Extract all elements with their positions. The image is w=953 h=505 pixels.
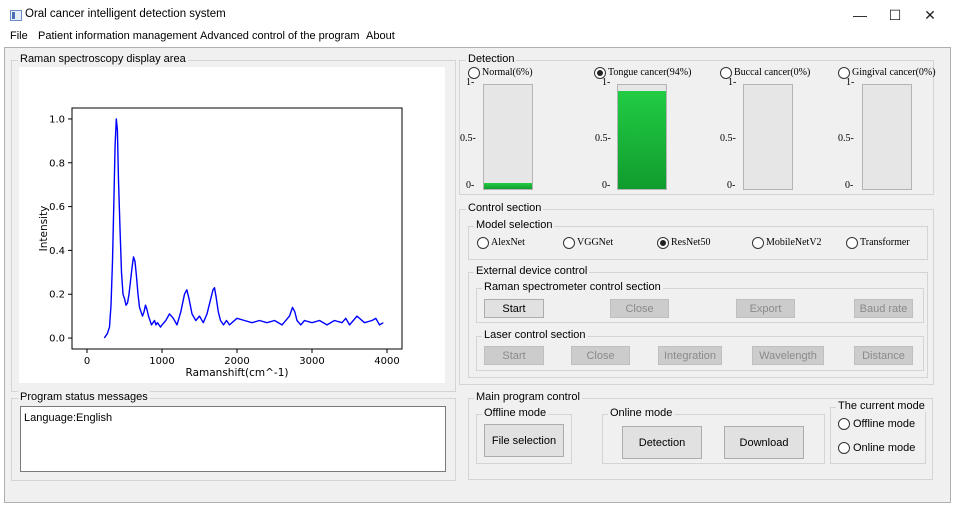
raman-start-button[interactable]: Start [484,299,544,318]
model-selection-title: Model selection [474,219,555,231]
detection-button[interactable]: Detection [622,426,702,459]
gingival-tick-bottom: 0- [845,180,854,191]
model-label-vggnet: VGGNet [577,237,614,248]
x-tick-label: 4000 [374,356,399,367]
tongue-tick-mid: 0.5- [595,133,611,144]
raman-baud-rate-button[interactable]: Baud rate [854,299,913,318]
download-button[interactable]: Download [724,426,804,459]
detection-title: Detection [466,53,517,65]
x-tick-label: 0 [84,356,90,367]
spectrum-line [103,118,384,339]
normal-tick-mid: 0.5- [460,133,476,144]
window-title: Oral cancer intelligent detection system [25,8,226,20]
normal-tick-bottom: 0- [466,180,475,191]
laser-wavelength-button[interactable]: Wavelength [752,346,824,365]
raman-export-button[interactable]: Export [736,299,795,318]
model-radio-resnet50[interactable] [657,237,669,249]
buccal-tick-top: 1- [728,77,737,88]
offline-mode-radio[interactable] [838,418,850,430]
buccal-tick-bottom: 0- [727,180,736,191]
buccal-tick-mid: 0.5- [720,133,736,144]
laser-close-button[interactable]: Close [571,346,630,365]
raman-close-button[interactable]: Close [610,299,669,318]
app-icon [10,10,22,21]
raman-display-title: Raman spectroscopy display area [18,53,188,65]
tongue-tick-top: 1- [602,77,611,88]
offline-mode-title: Offline mode [482,407,549,419]
close-button[interactable]: ✕ [907,0,953,30]
external-device-title: External device control [474,265,590,277]
model-radio-alexnet[interactable] [477,237,489,249]
x-tick-label: 2000 [224,356,249,367]
file-selection-button[interactable]: File selection [484,424,564,457]
tongue-tick-bottom: 0- [602,180,611,191]
y-tick-label: 0.6 [49,202,65,213]
menu-advanced-control[interactable]: Advanced control of the program [200,30,360,42]
y-tick-label: 0.8 [49,158,65,169]
normal-probability-bar [483,84,533,190]
tongue-cancer-probability-bar [617,84,667,190]
status-group-title: Program status messages [18,391,150,403]
model-radio-vggnet[interactable] [563,237,575,249]
y-tick-label: 1.0 [49,114,65,125]
online-mode-title: Online mode [608,407,675,419]
model-label-transformer: Transformer [860,237,910,248]
menu-about[interactable]: About [366,30,395,42]
menu-file[interactable]: File [10,30,28,42]
gingival-tick-top: 1- [846,77,855,88]
buccal-cancer-probability-bar [743,84,793,190]
main-program-control-title: Main program control [474,391,582,403]
laser-control-title: Laser control section [482,329,588,341]
tongue-cancer-label: Tongue cancer(94%) [608,67,692,78]
model-radio-mobilenetv2[interactable] [752,237,764,249]
x-tick-label: 1000 [149,356,174,367]
model-radio-transformer[interactable] [846,237,858,249]
model-label-alexnet: AlexNet [491,237,525,248]
x-tick-label: 3000 [299,356,324,367]
tongue-cancer-bar-fill [618,91,666,189]
laser-integration-button[interactable]: Integration [658,346,722,365]
raman-spectrometer-title: Raman spectrometer control section [482,281,663,293]
y-tick-label: 0.0 [49,334,65,345]
online-mode-radio[interactable] [838,442,850,454]
current-mode-title: The current mode [836,400,927,412]
normal-bar-fill [484,182,532,189]
model-label-mobilenetv2: MobileNetV2 [766,237,822,248]
laser-distance-button[interactable]: Distance [854,346,913,365]
y-axis-label: Intensity [38,206,50,252]
x-axis-label: Ramanshift(cm^-1) [186,367,289,379]
status-message-text: Language:English [24,412,113,424]
y-tick-label: 0.4 [49,246,65,257]
gingival-cancer-label: Gingival cancer(0%) [852,67,936,78]
status-message-box[interactable]: Language:English [20,406,446,472]
normal-label: Normal(6%) [482,67,533,78]
raman-spectrum-chart: 0 1000 2000 3000 4000 0.0 0.2 0.4 0.6 0.8 1.0 Raman… [38,107,403,379]
laser-start-button[interactable]: Start [484,346,544,365]
gingival-tick-mid: 0.5- [838,133,854,144]
menu-patient-info[interactable]: Patient information management [38,30,197,42]
gingival-cancer-probability-bar [862,84,912,190]
offline-mode-radio-label: Offline mode [853,418,916,430]
online-mode-radio-label: Online mode [853,442,916,454]
model-label-resnet50: ResNet50 [671,237,711,248]
plot-frame [71,107,403,350]
y-tick-label: 0.2 [49,290,65,301]
raman-plot-canvas: 0 1000 2000 3000 4000 0.0 0.2 0.4 0.6 0.8 1.0 Raman… [19,67,445,383]
control-section-title: Control section [466,202,544,214]
buccal-cancer-label: Buccal cancer(0%) [734,67,811,78]
normal-tick-top: 1- [466,77,475,88]
current-mode-group [830,407,926,464]
